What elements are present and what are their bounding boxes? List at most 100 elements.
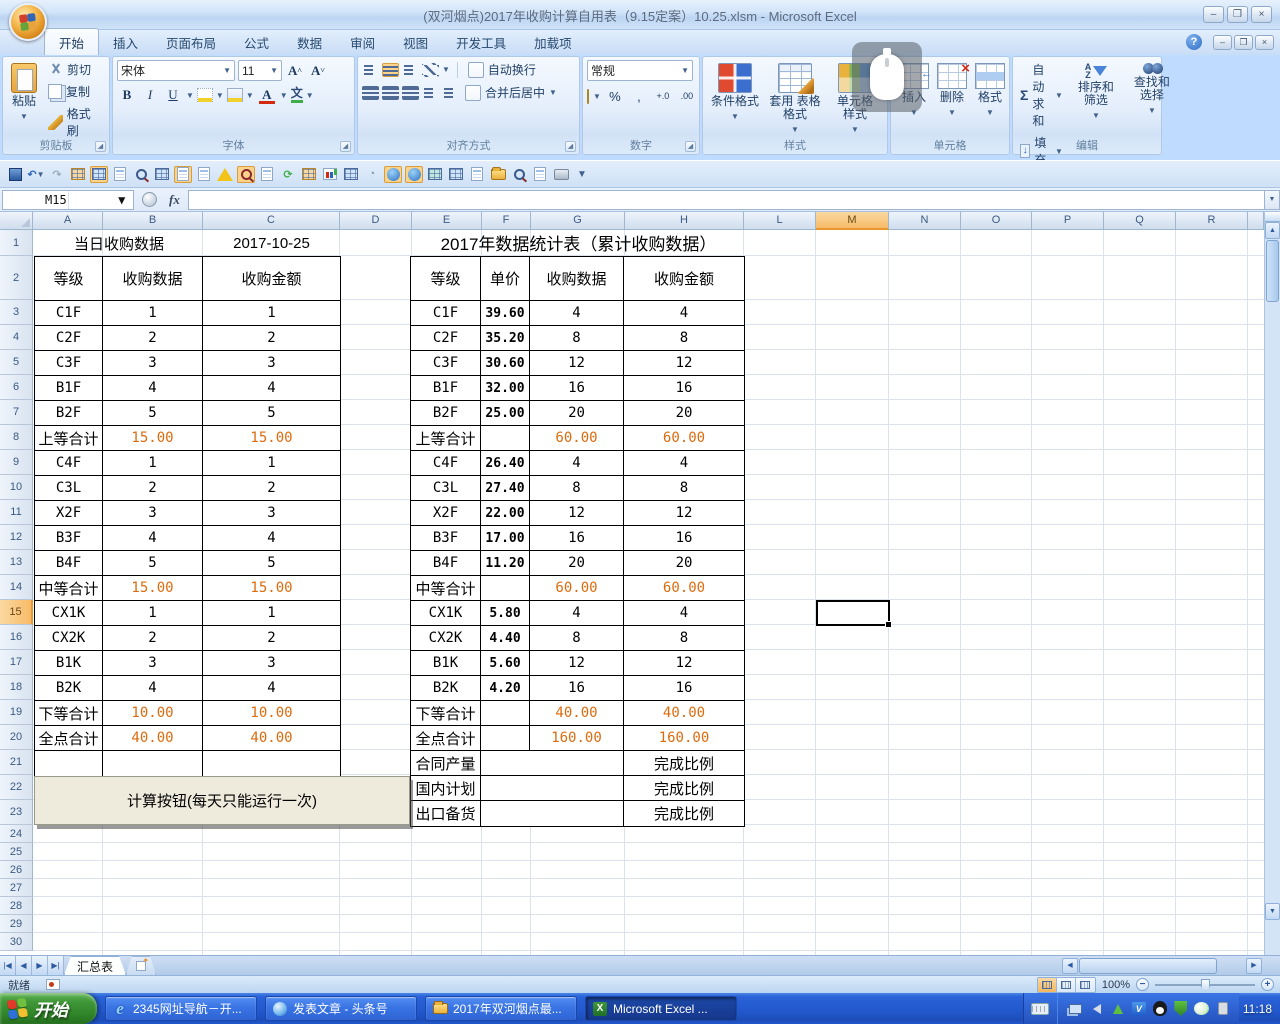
right-cell-r20c0[interactable]: 全点合计 [411,726,481,751]
row-header-29[interactable]: 29 [0,915,33,933]
bold-button[interactable]: B [117,85,137,105]
left-cell-r8c2[interactable]: 15.00 [203,426,340,451]
right-cell-r8c1[interactable] [481,426,530,451]
shield-360-icon[interactable] [1173,1001,1189,1017]
left-cell-r3c1[interactable]: 1 [103,301,203,326]
column-header-L[interactable]: L [744,212,816,230]
column-header-O[interactable]: O [961,212,1032,230]
left-cell-r5c2[interactable]: 3 [203,351,340,376]
left-cell-r17c2[interactable]: 3 [203,651,340,676]
right-cell-r17c1[interactable]: 5.60 [481,651,530,676]
right-cell-r18c0[interactable]: B2K [411,676,481,701]
maximize-button[interactable]: ❐ [1227,6,1248,23]
scroll-left-icon[interactable]: ◀ [1062,958,1078,974]
wizard-sheet-icon[interactable] [111,166,129,183]
zoom-level[interactable]: 100% [1102,979,1130,991]
right-header-3[interactable]: 收购金额 [624,257,744,301]
right-cell-r6c1[interactable]: 32.00 [481,376,530,401]
left-cell-r14c2[interactable]: 15.00 [203,576,340,601]
decrease-decimal-button[interactable]: .00 [677,86,697,106]
left-cell-r8c1[interactable]: 15.00 [103,426,203,451]
underline-button[interactable]: U [163,85,183,105]
right-header-2[interactable]: 收购数据 [530,257,624,301]
row-header-9[interactable]: 9 [0,450,33,475]
orientation-icon[interactable] [422,63,439,77]
left-cell-r13c2[interactable]: 5 [203,551,340,576]
conditional-formatting-button[interactable]: 条件格式▼ [707,60,763,139]
left-cell-r12c0[interactable]: B3F [35,526,103,551]
increase-decimal-button[interactable]: +.0 [653,86,673,106]
right-cell-r9c0[interactable]: C4F [411,451,481,476]
name-box-dropdown-icon[interactable]: ▼ [68,191,134,209]
sheet-tab-active[interactable]: 汇总表 [64,956,126,975]
delete-cells-button[interactable]: 删除▼ [933,60,971,139]
close-button[interactable]: × [1251,6,1272,23]
row-header-13[interactable]: 13 [0,550,33,575]
right-cell-r6c0[interactable]: B1F [411,376,481,401]
tab-开发工具[interactable]: 开发工具 [442,29,520,55]
right-cell-r5c2[interactable]: 12 [530,351,624,376]
fill-color-icon[interactable] [227,88,243,102]
row-header-21[interactable]: 21 [0,750,33,775]
tab-页面布局[interactable]: 页面布局 [152,29,230,55]
right-bottom-label-2[interactable]: 出口备货 [411,801,481,826]
column-header-C[interactable]: C [203,212,340,230]
left-cell-r5c0[interactable]: C3F [35,351,103,376]
right-cell-r10c1[interactable]: 27.40 [481,476,530,501]
wechat-icon[interactable] [1194,1001,1210,1017]
properties-icon[interactable] [258,166,276,183]
shared-sheet-icon[interactable] [195,166,213,183]
right-cell-r8c3[interactable]: 60.00 [624,426,744,451]
tab-加载项[interactable]: 加载项 [520,29,586,55]
row-header-30[interactable]: 30 [0,933,33,951]
right-cell-r12c3[interactable]: 16 [624,526,744,551]
row-header-1[interactable]: 1 [0,230,33,256]
fx-icon[interactable]: fx [169,192,180,208]
left-cell-r7c2[interactable]: 5 [203,401,340,426]
right-cell-r17c2[interactable]: 12 [530,651,624,676]
left-cell-r7c1[interactable]: 5 [103,401,203,426]
workbook-restore-button[interactable]: ❐ [1234,35,1253,50]
help-icon[interactable]: ? [1186,34,1202,50]
left-cell-r17c1[interactable]: 3 [103,651,203,676]
zoom-slider-thumb[interactable] [1201,979,1210,991]
right-cell-r14c0[interactable]: 中等合计 [411,576,481,601]
workbook-close-button[interactable]: × [1255,35,1274,50]
left-cell-r5c1[interactable]: 3 [103,351,203,376]
left-cell-r13c1[interactable]: 5 [103,551,203,576]
toggle-grid-icon[interactable] [90,166,108,183]
right-cell-r7c3[interactable]: 20 [624,401,744,426]
align-top-icon[interactable] [362,63,379,77]
left-cell-r15c2[interactable]: 1 [203,601,340,626]
row-header-6[interactable]: 6 [0,375,33,400]
left-cell-r17c0[interactable]: B1K [35,651,103,676]
tab-数据[interactable]: 数据 [283,29,336,55]
edit-chart-icon[interactable] [321,166,339,183]
calculate-button[interactable]: 计算按钮(每天只能运行一次) [34,776,410,825]
right-cell-r16c2[interactable]: 8 [530,626,624,651]
save-icon[interactable] [6,166,24,183]
column-header-B[interactable]: B [103,212,203,230]
right-header-1[interactable]: 单价 [481,257,530,301]
insert-worksheet-icon[interactable] [126,956,156,975]
right-cell-r16c0[interactable]: CX2K [411,626,481,651]
right-bottom-label-1[interactable]: 国内计划 [411,776,481,801]
right-cell-r7c0[interactable]: B2F [411,401,481,426]
italic-button[interactable]: I [140,85,160,105]
row-header-10[interactable]: 10 [0,475,33,500]
left-cell-r21c1[interactable] [103,751,203,776]
right-cell-r15c2[interactable]: 4 [530,601,624,626]
right-cell-r20c1[interactable] [481,726,530,751]
right-bottom-ratio-0[interactable]: 完成比例 [624,751,744,776]
vertical-scroll-thumb[interactable] [1266,240,1279,302]
alignment-dialog-launcher[interactable]: ◢ [565,141,576,152]
last-sheet-icon[interactable]: ▶| [48,956,64,975]
right-cell-r18c1[interactable]: 4.20 [481,676,530,701]
right-bottom-label-0[interactable]: 合同产量 [411,751,481,776]
row-header-7[interactable]: 7 [0,400,33,425]
page-break-view-button[interactable] [1076,978,1095,992]
split-handle[interactable] [1265,212,1280,222]
row-header-2[interactable]: 2 [0,256,33,300]
font-dialog-launcher[interactable]: ◢ [340,141,351,152]
row-header-4[interactable]: 4 [0,325,33,350]
